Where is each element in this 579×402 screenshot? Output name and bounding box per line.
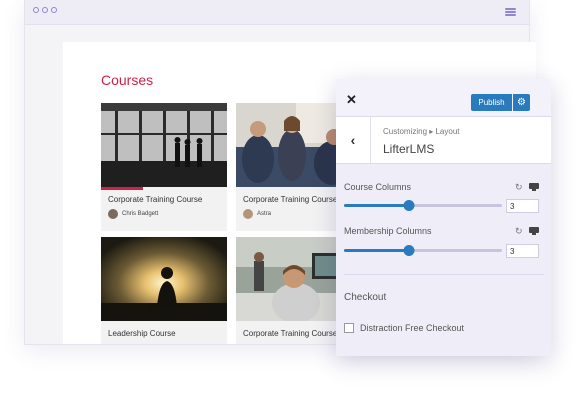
desktop-icon[interactable] xyxy=(529,227,539,235)
close-icon[interactable]: ✕ xyxy=(346,93,357,106)
checkout-heading: Checkout xyxy=(344,292,387,303)
gear-icon[interactable]: ⚙ xyxy=(513,94,530,111)
course-columns-input[interactable] xyxy=(506,199,539,213)
section-header: ‹ Customizing ▸ Layout LifterLMS xyxy=(336,117,551,164)
course-title[interactable]: Leadership Course xyxy=(108,329,176,338)
course-title[interactable]: Corporate Training Course xyxy=(243,195,337,204)
page-title: Courses xyxy=(101,72,154,88)
course-columns-label: Course Columns xyxy=(344,182,412,192)
checkbox-label[interactable]: Distraction Free Checkout xyxy=(360,323,464,333)
membership-columns-input[interactable] xyxy=(506,244,539,258)
progress-accent-bar xyxy=(101,187,143,190)
hamburger-icon[interactable] xyxy=(505,8,516,16)
author-name: Astra xyxy=(257,211,272,217)
avatar xyxy=(108,209,118,219)
avatar xyxy=(243,209,253,219)
slider-handle[interactable] xyxy=(403,245,415,256)
membership-columns-label: Membership Columns xyxy=(344,226,432,236)
publish-button[interactable]: Publish xyxy=(471,94,512,111)
course-author: Chris Badgett xyxy=(108,209,158,219)
slider-handle[interactable] xyxy=(403,200,415,211)
course-title[interactable]: Corporate Training Course xyxy=(243,329,337,338)
course-author: Astra xyxy=(243,209,271,219)
section-title: LifterLMS xyxy=(383,142,435,156)
desktop-icon[interactable] xyxy=(529,183,539,191)
course-title[interactable]: Corporate Training Course xyxy=(108,195,202,204)
reset-icon[interactable]: ↻ xyxy=(515,182,523,193)
course-card[interactable]: Leadership Course xyxy=(101,237,227,344)
course-columns-slider[interactable] xyxy=(344,200,502,211)
divider xyxy=(344,274,544,275)
course-card[interactable]: Corporate Training Course Chris Badgett xyxy=(101,103,227,231)
window-dots-icon xyxy=(33,7,57,13)
author-name: Chris Badgett xyxy=(122,211,159,217)
breadcrumb: Customizing ▸ Layout xyxy=(383,127,460,136)
browser-toolbar xyxy=(25,0,529,25)
customizer-header: ✕ Publish ⚙ xyxy=(336,79,551,117)
course-image[interactable] xyxy=(101,103,227,187)
membership-columns-slider[interactable] xyxy=(344,245,502,256)
customizer-panel: ✕ Publish ⚙ ‹ Customizing ▸ Layout Lifte… xyxy=(336,79,551,356)
chevron-left-icon[interactable]: ‹ xyxy=(336,117,371,163)
distraction-free-checkbox[interactable] xyxy=(344,323,354,333)
reset-icon[interactable]: ↻ xyxy=(515,226,523,237)
course-image[interactable] xyxy=(101,237,227,321)
